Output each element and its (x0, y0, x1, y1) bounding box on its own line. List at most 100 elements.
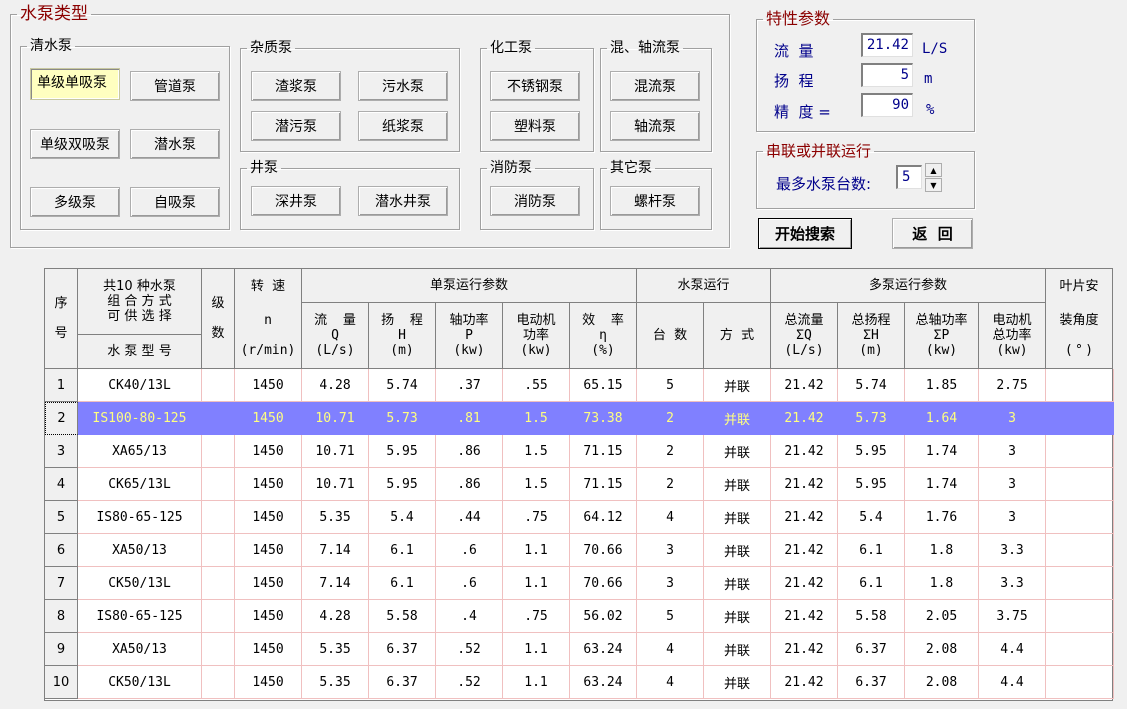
cell-total-head: 5.95 (838, 468, 905, 501)
stage-header: 级 数 (202, 269, 235, 369)
cell-flow: 4.28 (302, 600, 369, 633)
cell-seq[interactable]: 1 (45, 369, 78, 402)
cell-seq[interactable]: 10 (45, 666, 78, 699)
spin-down-button[interactable]: ▼ (925, 178, 942, 192)
total-flow-header: 总流量 ΣQ (L/s) (771, 303, 838, 369)
shaft-power-header: 轴功率 P (kw) (436, 303, 503, 369)
flow-header: 流 量 Q (L/s) (302, 303, 369, 369)
cell-blade-angle (1046, 402, 1114, 435)
table-row[interactable]: 6 XA50/13 1450 7.14 6.1.6 1.1 70.66 3 并联 21.42 6.1… (45, 534, 1114, 567)
deep-well-pump-button[interactable]: 深井泵 (251, 186, 341, 216)
cell-shaft-power: .52 (436, 633, 503, 666)
cell-seq[interactable]: 2 (45, 402, 78, 435)
cell-seq[interactable]: 9 (45, 633, 78, 666)
cell-mode: 并联 (704, 600, 771, 633)
cell-stage (202, 666, 235, 699)
cell-stage (202, 402, 235, 435)
table-row[interactable]: 8 IS80-65-125 1450 4.28 5.58.4.75 56.02 5 并联 21.… (45, 600, 1114, 633)
submersible-pump-button[interactable]: 潜水泵 (130, 129, 220, 159)
cell-stage (202, 468, 235, 501)
cell-speed: 1450 (235, 600, 302, 633)
cell-seq[interactable]: 8 (45, 600, 78, 633)
spin-up-button[interactable]: ▲ (925, 163, 942, 177)
cell-total-head: 5.74 (838, 369, 905, 402)
slurry-pump-button[interactable]: 渣浆泵 (251, 71, 341, 101)
cell-model: CK65/13L (78, 468, 202, 501)
table-row[interactable]: 5 IS80-65-125 1450 5.35 5.4.44.75 64.12 4 并联 21.… (45, 501, 1114, 534)
cell-total-head: 5.4 (838, 501, 905, 534)
pump-run-group-header: 水泵运行 (637, 269, 771, 303)
self-priming-pump-button[interactable]: 自吸泵 (130, 187, 220, 217)
fire-pump-button[interactable]: 消防泵 (490, 186, 580, 216)
cell-model: CK50/13L (78, 666, 202, 699)
cell-seq[interactable]: 3 (45, 435, 78, 468)
table-row[interactable]: 10 CK50/13L 1450 5.35 6.37.52 1.1 63.24 4 并联 21.4… (45, 666, 1114, 699)
submersible-well-pump-button[interactable]: 潜水井泵 (358, 186, 448, 216)
mixed-flow-pump-button[interactable]: 混流泵 (610, 71, 700, 101)
cell-mode: 并联 (704, 633, 771, 666)
sewage-pump-button[interactable]: 污水泵 (358, 71, 448, 101)
max-pumps-input[interactable]: 5 (896, 165, 922, 189)
flow-input[interactable]: 21.42 (861, 33, 913, 57)
stainless-pump-button[interactable]: 不锈钢泵 (490, 71, 580, 101)
paper-pulp-pump-button[interactable]: 纸浆泵 (358, 111, 448, 141)
mixed-axial-label: 混、轴流泵 (610, 40, 680, 56)
cell-seq[interactable]: 6 (45, 534, 78, 567)
table-row[interactable]: 3 XA65/13 1450 10.71 5.95.86 1.5 71.15 2 并联 21.42… (45, 435, 1114, 468)
start-search-button[interactable]: 开始搜索 (758, 218, 852, 249)
characteristics-title: 特性参数 (766, 9, 831, 28)
cell-total-shaft: 1.64 (905, 402, 979, 435)
submersible-sewage-button[interactable]: 潜污泵 (251, 111, 341, 141)
pipeline-pump-button[interactable]: 管道泵 (130, 71, 220, 101)
cell-head: 6.37 (369, 633, 436, 666)
single-stage-double-suction-button[interactable]: 单级双吸泵 (30, 129, 120, 159)
cell-total-motor: 3 (979, 402, 1046, 435)
head-input[interactable]: 5 (861, 63, 913, 87)
cell-total-motor: 3.75 (979, 600, 1046, 633)
cell-mode: 并联 (704, 369, 771, 402)
cell-stage (202, 501, 235, 534)
multi-pump-group-header: 多泵运行参数 (771, 269, 1046, 303)
back-button[interactable]: 返 回 (892, 218, 973, 249)
cell-efficiency: 70.66 (570, 534, 637, 567)
cell-mode: 并联 (704, 435, 771, 468)
single-pump-group-header: 单泵运行参数 (302, 269, 637, 303)
table-row[interactable]: 9 XA50/13 1450 5.35 6.37.52 1.1 63.24 4 并联 21.42 6… (45, 633, 1114, 666)
precision-input[interactable]: 90 (861, 93, 913, 117)
screw-pump-button[interactable]: 螺杆泵 (610, 186, 700, 216)
cell-efficiency: 73.38 (570, 402, 637, 435)
cell-speed: 1450 (235, 468, 302, 501)
table-row[interactable]: 2 IS100-80-125 1450 10.71 5.73.81 1.5 73.38 2 并联… (45, 402, 1114, 435)
table-row[interactable]: 7 CK50/13L 1450 7.14 6.1.6 1.1 70.66 3 并联 21.42 6.… (45, 567, 1114, 600)
cell-stage (202, 567, 235, 600)
cell-total-motor: 4.4 (979, 633, 1046, 666)
cell-motor-power: 1.1 (503, 534, 570, 567)
plastic-pump-button[interactable]: 塑料泵 (490, 111, 580, 141)
cell-motor-power: .75 (503, 501, 570, 534)
speed-header-top: 转 速 (235, 269, 302, 303)
cell-mode: 并联 (704, 534, 771, 567)
cell-seq[interactable]: 7 (45, 567, 78, 600)
cell-total-motor: 3.3 (979, 534, 1046, 567)
cell-efficiency: 70.66 (570, 567, 637, 600)
cell-total-flow: 21.42 (771, 435, 838, 468)
axial-flow-pump-button[interactable]: 轴流泵 (610, 111, 700, 141)
cell-seq[interactable]: 4 (45, 468, 78, 501)
cell-blade-angle (1046, 369, 1114, 402)
table-row[interactable]: 4 CK65/13L 1450 10.71 5.95.86 1.5 71.15 2 并联 21.4… (45, 468, 1114, 501)
multistage-pump-button[interactable]: 多级泵 (30, 187, 120, 217)
cell-total-head: 5.58 (838, 600, 905, 633)
cell-speed: 1450 (235, 567, 302, 600)
cell-speed: 1450 (235, 435, 302, 468)
cell-seq[interactable]: 5 (45, 501, 78, 534)
results-grid[interactable]: 序 号 共10 种水泵 组 合 方 式 可 供 选 择 水 泵 型 号 级 数 … (44, 268, 1114, 701)
cell-count: 5 (637, 600, 704, 633)
single-stage-single-suction-button[interactable]: 单级单吸泵 (30, 68, 120, 100)
flow-label: 流 量 (774, 42, 814, 60)
cell-total-flow: 21.42 (771, 600, 838, 633)
table-row[interactable]: 1 CK40/13L 1450 4.28 5.74.37.55 65.15 5 并联 21.42… (45, 369, 1114, 402)
cell-speed: 1450 (235, 633, 302, 666)
cell-total-flow: 21.42 (771, 666, 838, 699)
cell-blade-angle (1046, 468, 1114, 501)
cell-total-shaft: 1.74 (905, 468, 979, 501)
